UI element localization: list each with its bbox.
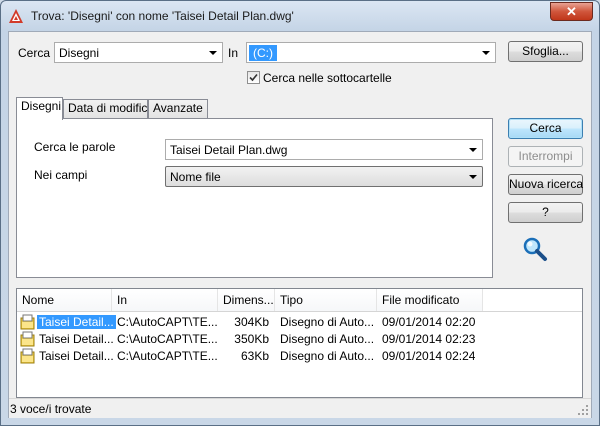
cell-size: 63Kb (240, 349, 269, 363)
words-label: Cerca le parole (34, 140, 116, 154)
table-row[interactable]: Taisei Detail... C:\AutoCAPT\TE... 304Kb… (17, 314, 582, 330)
subfolders-label: Cerca nelle sottocartelle (263, 71, 392, 85)
table-row[interactable]: Taisei Detail... C:\AutoCAPT\TE... 63Kb … (17, 348, 582, 364)
table-row[interactable]: Taisei Detail... C:\AutoCAPT\TE... 350Kb… (17, 331, 582, 347)
cell-type: Disegno di Auto... (280, 332, 375, 346)
fields-value: Nome file (170, 170, 221, 184)
resize-grip-icon[interactable] (577, 404, 589, 416)
dwg-file-icon (20, 314, 35, 330)
window-title: Trova: 'Disegni' con nome 'Taisei Detail… (31, 9, 294, 23)
cell-in: C:\AutoCAPT\TE... (117, 315, 218, 329)
checkmark-icon (249, 73, 258, 82)
chevron-down-icon (469, 148, 477, 152)
chevron-down-icon (469, 175, 477, 179)
cell-type: Disegno di Auto... (280, 315, 375, 329)
results-list[interactable]: Nome In Dimens... Tipo File modificato T… (16, 288, 583, 398)
in-location-select[interactable]: (C:) (246, 42, 496, 63)
cell-in: C:\AutoCAPT\TE... (117, 349, 218, 363)
cell-modified: 09/01/2014 02:24 (382, 349, 476, 363)
column-header-in[interactable]: In (112, 289, 218, 311)
in-label: In (228, 46, 239, 60)
column-header-nome[interactable]: Nome (17, 289, 112, 311)
cerca-label: Cerca (18, 46, 51, 60)
new-search-button[interactable]: Nuova ricerca (508, 174, 583, 195)
cell-name: Taisei Detail... (39, 349, 114, 363)
tab-panel-disegni: Cerca le parole Taisei Detail Plan.dwg N… (16, 118, 493, 278)
help-button[interactable]: ? (508, 202, 583, 223)
stop-button[interactable]: Interrompi (508, 146, 583, 167)
find-button[interactable]: Cerca (508, 118, 583, 139)
in-location-value: (C:) (249, 45, 277, 61)
words-input[interactable]: Taisei Detail Plan.dwg (165, 139, 483, 160)
cell-size: 304Kb (234, 315, 269, 329)
fields-select[interactable]: Nome file (165, 166, 483, 187)
status-text: 3 voce/i trovate (10, 402, 92, 416)
autocad-logo-icon (9, 9, 23, 23)
title-bar[interactable]: Trova: 'Disegni' con nome 'Taisei Detail… (1, 1, 599, 31)
cell-name: Taisei Detail... (39, 332, 114, 346)
subfolders-checkbox[interactable] (247, 71, 260, 84)
words-value: Taisei Detail Plan.dwg (170, 143, 288, 157)
status-bar: 3 voce/i trovate (9, 398, 591, 418)
dwg-file-icon (20, 331, 35, 347)
chevron-down-icon (209, 51, 217, 55)
dwg-file-icon (20, 348, 35, 364)
cell-modified: 09/01/2014 02:20 (382, 315, 476, 329)
tab-disegni[interactable]: Disegni (16, 97, 63, 120)
cell-name: Taisei Detail... (37, 315, 116, 329)
browse-button[interactable]: Sfoglia... (508, 41, 583, 62)
cell-type: Disegno di Auto... (280, 349, 375, 363)
cell-modified: 09/01/2014 02:23 (382, 332, 476, 346)
cerca-type-select[interactable]: Disegni (54, 42, 223, 63)
cerca-type-value: Disegni (59, 46, 100, 60)
close-button[interactable]: ✕ (550, 2, 593, 21)
header-divider (17, 311, 582, 312)
chevron-down-icon (482, 51, 490, 55)
column-header-modified[interactable]: File modificato (377, 289, 483, 311)
dialog-body: Cerca Disegni In (C:) Sfoglia... Cerca n… (8, 31, 592, 418)
column-header-type[interactable]: Tipo (275, 289, 377, 311)
cell-size: 350Kb (234, 332, 269, 346)
fields-label: Nei campi (34, 168, 88, 182)
tab-data-modifica[interactable]: Data di modifica (63, 99, 154, 118)
tab-avanzate[interactable]: Avanzate (148, 99, 208, 118)
find-dialog: Trova: 'Disegni' con nome 'Taisei Detail… (0, 0, 600, 426)
magnifier-icon (523, 237, 547, 261)
column-header-size[interactable]: Dimens... (218, 289, 275, 311)
cell-in: C:\AutoCAPT\TE... (117, 332, 218, 346)
